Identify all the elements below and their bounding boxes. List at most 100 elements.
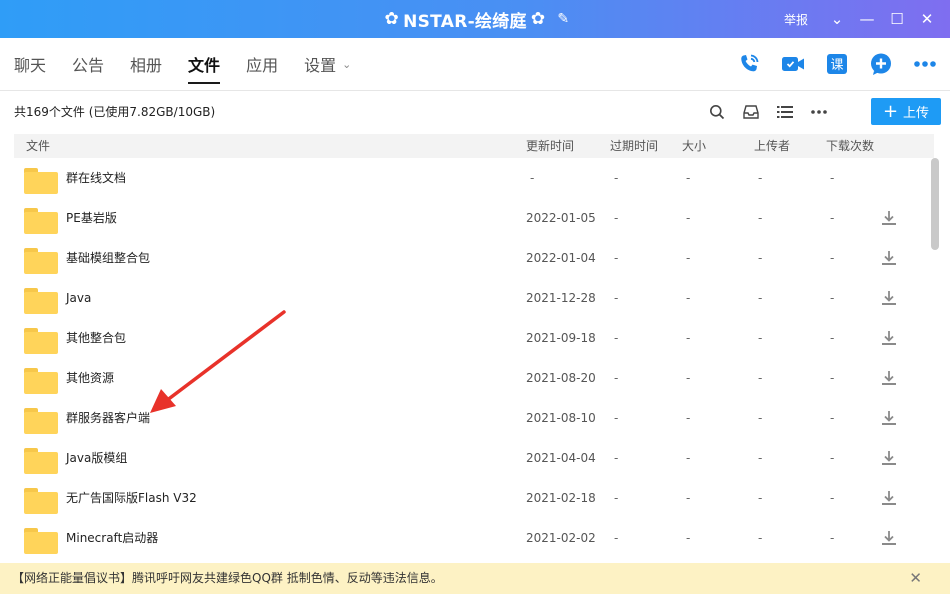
updated-time: 2021-02-18 — [526, 491, 596, 505]
flower-icon: ✿ — [384, 9, 400, 29]
download-count: - — [830, 171, 835, 185]
file-size: - — [686, 411, 691, 425]
expire-time: - — [614, 251, 619, 265]
download-icon[interactable] — [880, 209, 898, 227]
table-row[interactable]: 无广告国际版Flash V32 2021-02-18 - - - - — [14, 478, 930, 518]
notice-text[interactable]: 【网络正能量倡议书】腾讯呼吁网友共建绿色QQ群 抵制色情、反动等违法信息。 — [12, 563, 443, 594]
dropdown-icon[interactable]: ⌄ — [822, 10, 852, 28]
add-app-icon[interactable] — [866, 49, 896, 79]
search-icon[interactable] — [704, 99, 730, 125]
tab-announcement[interactable]: 公告 — [72, 38, 104, 90]
edit-title-icon[interactable]: ✎ — [557, 11, 569, 27]
col-size[interactable]: 大小 — [682, 134, 706, 158]
col-uploader[interactable]: 上传者 — [754, 134, 790, 158]
upload-button[interactable]: + 上传 — [871, 98, 941, 125]
download-count: - — [830, 291, 835, 305]
tab-apps[interactable]: 应用 — [246, 38, 278, 90]
updated-time: 2021-04-04 — [526, 451, 596, 465]
list-view-icon[interactable] — [772, 99, 798, 125]
more-options-icon[interactable] — [806, 99, 832, 125]
file-size: - — [686, 171, 691, 185]
class-icon-label: 课 — [830, 58, 843, 73]
uploader: - — [758, 371, 763, 385]
download-icon[interactable] — [880, 449, 898, 467]
download-count: - — [830, 211, 835, 225]
table-row[interactable]: 其他资源 2021-08-20 - - - - — [14, 358, 930, 398]
file-name: PE基岩版 — [66, 211, 117, 225]
updated-time: 2021-08-20 — [526, 371, 596, 385]
table-row[interactable]: 群在线文档 - - - - - — [14, 158, 930, 198]
download-count: - — [830, 371, 835, 385]
file-size: - — [686, 491, 691, 505]
download-icon[interactable] — [880, 529, 898, 547]
updated-time: 2021-02-02 — [526, 531, 596, 545]
file-name: 群服务器客户端 — [66, 411, 151, 425]
folder-icon — [24, 368, 58, 394]
table-row[interactable]: Java 2021-12-28 - - - - — [14, 278, 930, 318]
file-name: 群在线文档 — [66, 171, 127, 185]
table-row[interactable]: Java版模组 2021-04-04 - - - - — [14, 438, 930, 478]
expire-time: - — [614, 411, 619, 425]
close-icon[interactable]: ✕ — [909, 563, 922, 594]
file-name: Minecraft启动器 — [66, 531, 159, 545]
table-row[interactable]: 其他整合包 2021-09-18 - - - - — [14, 318, 930, 358]
table-row[interactable]: PE基岩版 2022-01-05 - - - - — [14, 198, 930, 238]
inbox-icon[interactable] — [738, 99, 764, 125]
table-row[interactable]: 群服务器客户端 2021-08-10 - - - - — [14, 398, 930, 438]
report-button[interactable]: 举报 — [784, 11, 808, 28]
expire-time: - — [614, 371, 619, 385]
tab-chat[interactable]: 聊天 — [14, 38, 46, 90]
download-count: - — [830, 491, 835, 505]
download-icon[interactable] — [880, 369, 898, 387]
col-updated[interactable]: 更新时间 — [526, 134, 574, 158]
download-icon[interactable] — [880, 489, 898, 507]
file-name: Java版模组 — [66, 451, 128, 465]
tab-settings[interactable]: 设置 ⌄ — [304, 38, 351, 90]
file-size: - — [686, 531, 691, 545]
uploader: - — [758, 251, 763, 265]
video-call-icon[interactable] — [778, 49, 808, 79]
minimize-icon[interactable]: — — [852, 10, 882, 28]
file-size: - — [686, 451, 691, 465]
col-downloads[interactable]: 下载次数 — [826, 134, 874, 158]
tab-album[interactable]: 相册 — [130, 38, 162, 90]
download-count: - — [830, 531, 835, 545]
col-expire[interactable]: 过期时间 — [610, 134, 658, 158]
download-icon[interactable] — [880, 249, 898, 267]
more-icon[interactable] — [910, 49, 940, 79]
download-icon[interactable] — [880, 329, 898, 347]
phone-call-icon[interactable] — [734, 49, 764, 79]
uploader: - — [758, 491, 763, 505]
updated-time: 2022-01-04 — [526, 251, 596, 265]
scrollbar-thumb[interactable] — [931, 158, 939, 250]
updated-time: 2021-08-10 — [526, 411, 596, 425]
expire-time: - — [614, 291, 619, 305]
uploader: - — [758, 171, 763, 185]
download-count: - — [830, 251, 835, 265]
file-name: Java — [66, 291, 92, 305]
uploader: - — [758, 451, 763, 465]
file-name: 其他资源 — [66, 371, 115, 385]
file-size: - — [686, 331, 691, 345]
tab-files[interactable]: 文件 — [188, 38, 221, 90]
updated-time: 2021-09-18 — [526, 331, 596, 345]
folder-icon — [24, 168, 58, 194]
download-icon[interactable] — [880, 409, 898, 427]
col-file[interactable]: 文件 — [26, 134, 50, 158]
table-row[interactable]: Minecraft启动器 2021-02-02 - - - - — [14, 518, 930, 558]
plus-icon: + — [882, 100, 899, 122]
class-icon[interactable]: 课 — [822, 49, 852, 79]
flower-icon: ✿ — [530, 9, 546, 29]
uploader: - — [758, 331, 763, 345]
expire-time: - — [614, 451, 619, 465]
table-row[interactable]: 基础模组整合包 2022-01-04 - - - - — [14, 238, 930, 278]
expire-time: - — [614, 531, 619, 545]
maximize-icon[interactable]: ☐ — [882, 10, 912, 28]
close-icon[interactable]: ✕ — [912, 10, 942, 28]
download-icon[interactable] — [880, 289, 898, 307]
upload-label: 上传 — [903, 106, 930, 121]
folder-icon — [24, 248, 58, 274]
updated-time: 2022-01-05 — [526, 211, 596, 225]
download-count: - — [830, 411, 835, 425]
updated-time: 2021-12-28 — [526, 291, 596, 305]
